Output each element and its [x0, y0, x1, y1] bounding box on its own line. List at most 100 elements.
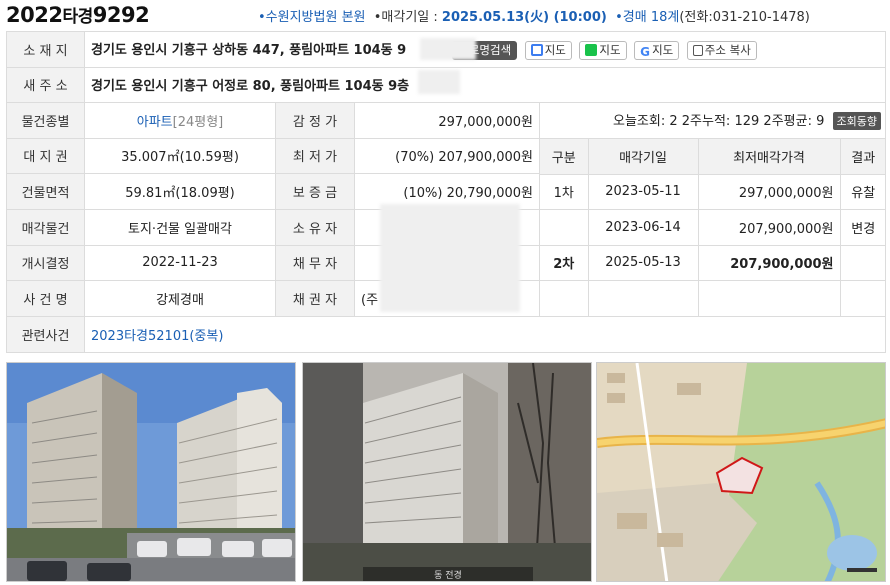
- auction-dept[interactable]: 경매 18계: [623, 10, 680, 25]
- photo-complex[interactable]: [6, 362, 296, 582]
- view-trend-button[interactable]: 조회동향: [832, 112, 881, 131]
- round-cell: 1차: [540, 174, 588, 210]
- type-label: 물건종별: [6, 102, 85, 139]
- photo-map[interactable]: [596, 362, 886, 582]
- owner-redaction: [380, 204, 520, 312]
- table-row: [541, 280, 885, 316]
- copy-icon: [692, 44, 703, 56]
- type-row: 물건종별 아파트[24평형] 감 정 가 297,000,000원 오늘조회: …: [6, 102, 886, 139]
- building-value: 59.81㎡(18.09평): [84, 173, 276, 210]
- sale-item-label: 매각물건: [6, 208, 85, 246]
- building-label: 건물면적: [6, 173, 85, 210]
- address-text: 경기도 용인시 기흥구 상하동 447, 풍림아파트 104동 9: [91, 42, 407, 58]
- today-count: 2: [669, 114, 678, 130]
- new-address-value: 경기도 용인시 기흥구 어정로 80, 풍림아파트 104동 9층: [84, 66, 886, 103]
- avg-count: 9: [816, 114, 825, 130]
- round-cell: 2차: [540, 245, 588, 281]
- type-link[interactable]: 아파트: [137, 115, 173, 130]
- dept-phone: (전화:031-210-1478): [679, 10, 810, 25]
- price-cell: 297,000,000원: [697, 174, 840, 210]
- case-year: 2022: [6, 3, 63, 27]
- sale-item-value: 토지·건물 일괄매각: [84, 208, 276, 246]
- photo-building[interactable]: 동 전경: [302, 362, 592, 582]
- creditor-label: 채 권 자: [275, 280, 355, 317]
- deposit-label: 보 증 금: [275, 173, 355, 210]
- creditor-text: (주: [361, 293, 379, 309]
- land-value: 35.007㎡(10.59평): [84, 137, 276, 175]
- land-row: 대 지 권 35.007㎡(10.59평) 최 저 가 (70%) 207,90…: [6, 137, 886, 317]
- photo-caption: 동 전경: [434, 569, 462, 581]
- result-cell: [839, 245, 885, 281]
- price-cell: 207,900,000원: [697, 209, 840, 246]
- owner-label: 소 유 자: [275, 208, 355, 246]
- empty-cell: [697, 280, 840, 316]
- avg-label: 2주평균:: [763, 114, 812, 130]
- case-name-label: 사 건 명: [6, 280, 85, 317]
- week2-count: 129: [734, 114, 760, 130]
- round-cell: [540, 209, 588, 246]
- sale-date-label: •매각기일 :: [373, 10, 438, 25]
- new-address-text: 경기도 용인시 기흥구 어정로 80, 풍림아파트 104동 9층: [91, 79, 410, 95]
- case-header: 2022타경9292 •수원지방법원 본원 •매각기일 : 2025.05.13…: [0, 0, 890, 30]
- dept-bullet: •: [615, 10, 623, 25]
- type-size: [24평형]: [172, 114, 224, 130]
- court-name[interactable]: 수원지방법원 본원: [266, 10, 366, 25]
- appraisal-label: 감 정 가: [275, 102, 355, 139]
- location-map: [597, 363, 885, 581]
- table-row: 2차 2025-05-13 207,900,000원: [540, 245, 885, 281]
- g-map-icon: G: [640, 44, 651, 59]
- result-cell: 변경: [839, 209, 885, 246]
- related-label: 관련사건: [6, 316, 85, 353]
- google-map-button[interactable]: G 지도: [634, 40, 680, 60]
- schedule-cell: 구분 매각기일 최저매각가격 결과 1차 2023-05-11 297,000,…: [539, 137, 886, 317]
- related-value: 2023타경52101(중복): [84, 316, 886, 353]
- date-cell: 2023-06-14: [587, 209, 698, 246]
- d-map-icon: [530, 43, 543, 56]
- start-label: 개시결정: [6, 244, 85, 282]
- view-stats: 오늘조회: 2 2주누적: 129 2주평균: 9 조회동향: [539, 102, 886, 139]
- copy-address-label: 주소 복사: [704, 42, 751, 57]
- new-address-label: 새 주 소: [6, 66, 85, 103]
- type-value: 아파트[24평형]: [84, 102, 276, 139]
- debtor-label: 채 무 자: [275, 244, 355, 282]
- col-round: 구분: [540, 138, 588, 175]
- col-price: 최저매각가격: [697, 138, 840, 175]
- table-row: 1차 2023-05-11 297,000,000원 유찰: [540, 174, 885, 210]
- case-type: 타경: [62, 7, 93, 27]
- empty-cell: [587, 280, 698, 316]
- today-label: 오늘조회:: [612, 114, 666, 130]
- date-cell: 2023-05-11: [587, 174, 698, 210]
- court-bullet: •: [258, 10, 266, 25]
- daum-map-button[interactable]: 지도: [524, 40, 572, 60]
- price-cell: 207,900,000원: [697, 245, 840, 281]
- appraisal-value: 297,000,000원: [354, 102, 540, 139]
- apartment-photo-2: 동 전경: [303, 363, 591, 581]
- date-cell: 2025-05-13: [587, 245, 698, 281]
- related-case-link[interactable]: 2023타경52101(중복): [91, 329, 223, 344]
- photo-gallery: 동 전경: [6, 362, 886, 582]
- case-number: 2022타경9292: [6, 2, 150, 27]
- week2-label: 2주누적:: [681, 114, 731, 130]
- copy-address-button[interactable]: 주소 복사: [686, 40, 757, 60]
- schedule-header: 구분 매각기일 최저매각가격 결과: [540, 138, 885, 175]
- result-cell: 유찰: [839, 174, 885, 210]
- land-label: 대 지 권: [6, 137, 85, 175]
- n-map-icon: [585, 43, 598, 56]
- address-label: 소 재 지: [6, 31, 85, 68]
- related-row: 관련사건 2023타경52101(중복): [6, 316, 886, 353]
- table-row: 2023-06-14 207,900,000원 변경: [540, 209, 885, 246]
- sale-date: 2025.05.13(火) (10:00): [441, 10, 607, 25]
- apartment-photo-1: [7, 363, 295, 581]
- case-meta: •수원지방법원 본원 •매각기일 : 2025.05.13(火) (10:00)…: [258, 6, 810, 25]
- minimum-value: (70%) 207,900,000원: [354, 137, 540, 175]
- col-date: 매각기일: [587, 138, 698, 175]
- naver-map-button[interactable]: 지도: [579, 40, 627, 60]
- minimum-label: 최 저 가: [275, 137, 355, 175]
- google-map-label: 지도: [652, 42, 674, 57]
- case-name-value: 강제경매: [84, 280, 276, 317]
- address-value: 경기도 용인시 기흥구 상하동 447, 풍림아파트 104동 9 호 도로명검…: [84, 31, 886, 68]
- naver-map-label: 지도: [599, 42, 621, 57]
- start-value: 2022-11-23: [84, 244, 276, 282]
- col-result: 결과: [839, 138, 885, 175]
- empty-cell: [839, 280, 885, 316]
